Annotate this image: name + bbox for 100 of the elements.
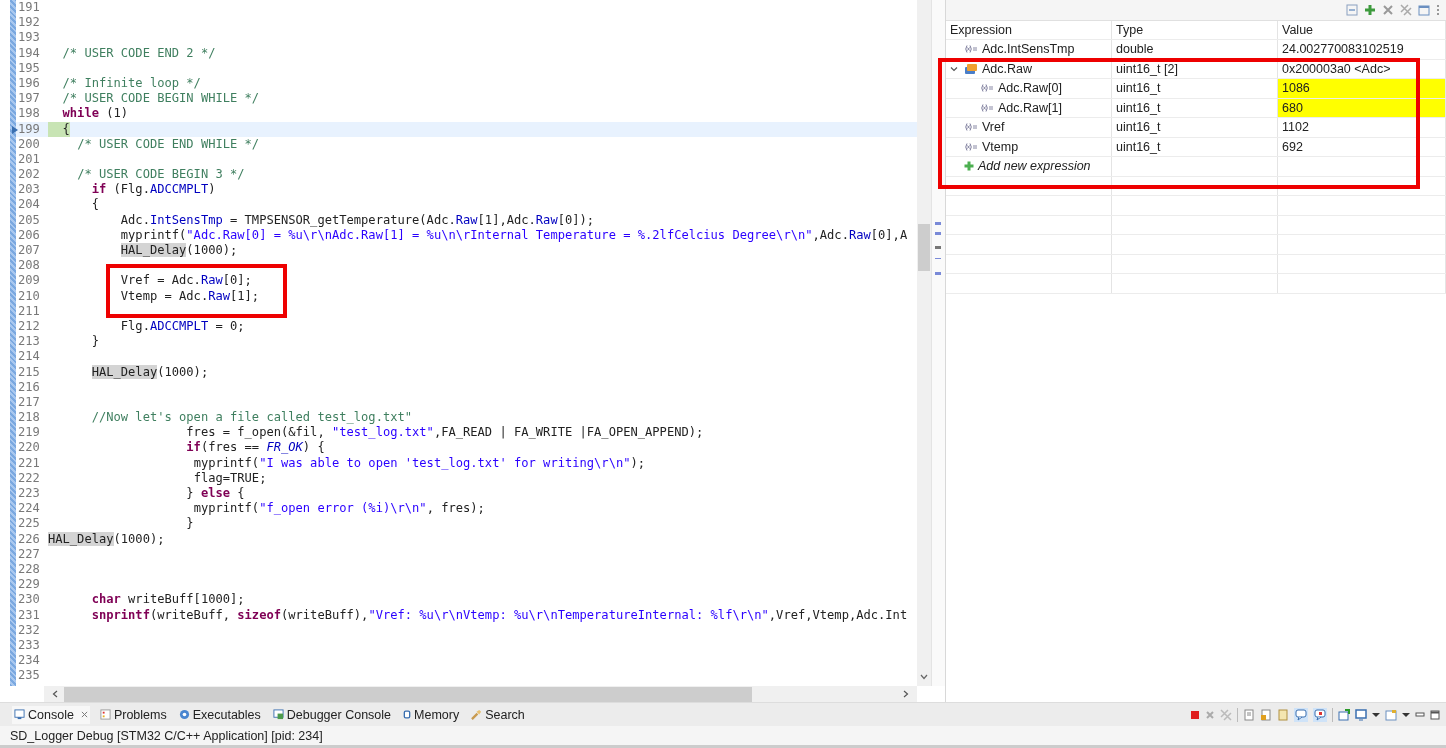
arrow-icon	[12, 125, 18, 134]
line-number: 223	[17, 486, 41, 502]
caret-icon[interactable]	[1372, 711, 1380, 718]
collapse-icon[interactable]	[1346, 4, 1358, 16]
array-icon	[964, 62, 978, 75]
chevron-icon[interactable]	[950, 64, 958, 73]
expression-value: 1086	[1278, 79, 1446, 98]
line-number: 217	[17, 394, 41, 411]
monitor-icon[interactable]	[1355, 708, 1367, 721]
speech-bubble-icon[interactable]	[1294, 707, 1308, 722]
speech-bubble-icon[interactable]	[1313, 707, 1327, 722]
line-number: 195	[17, 60, 41, 76]
line-number: 209	[17, 273, 41, 289]
code-text: }	[186, 516, 194, 531]
caret-icon[interactable]	[1402, 711, 1410, 718]
view-tab[interactable]: Memory	[401, 705, 462, 724]
line-number: 203	[17, 182, 41, 198]
vertical-scrollbar[interactable]	[917, 0, 931, 687]
expression-name[interactable]: Adc.Raw[0]	[998, 81, 1062, 96]
code-keyword: snprintf	[91, 607, 150, 622]
code-text: (1000);	[157, 364, 209, 379]
line-number: 196	[17, 75, 41, 92]
code-text: [1],Adc.	[477, 212, 536, 227]
window-icon[interactable]	[1418, 4, 1430, 16]
line-number: 199	[17, 121, 41, 137]
code-text: writeBuff[1000];	[128, 592, 245, 607]
line-number: 219	[17, 425, 41, 441]
code-text: [0];	[222, 273, 252, 288]
expression-type: uint16_t	[1116, 100, 1161, 115]
code-string: "Adc.Raw[0] = %u\r\nAdc.Raw[1] = %u\n\rInternal Temperature = %.2lfCelcius Degree\r\n"	[186, 227, 813, 242]
document-icon[interactable]	[1260, 708, 1272, 721]
pin-icon[interactable]	[1338, 708, 1350, 721]
line-number: 193	[17, 30, 41, 46]
plus-icon[interactable]	[964, 161, 974, 172]
view-tab[interactable]: Debugger Console	[270, 705, 394, 724]
debugger-console-icon	[272, 709, 284, 721]
close-icon[interactable]	[1382, 4, 1394, 16]
line-number: 211	[17, 303, 41, 319]
code-occurrence: HAL_Delay	[91, 364, 158, 379]
code-text: }	[91, 334, 99, 349]
executables-icon	[178, 709, 190, 721]
expression-name[interactable]: Vref	[982, 120, 1005, 135]
code-keyword: if	[186, 440, 201, 455]
code-text: {	[237, 486, 245, 500]
code-text: (1000);	[186, 243, 238, 257]
code-field: ADCCMPLT	[149, 318, 209, 333]
code-field: Raw	[455, 212, 478, 227]
code-comment: /* USER CODE BEGIN WHILE */	[62, 91, 260, 106]
line-number: 214	[17, 349, 41, 365]
menu-icon[interactable]	[1436, 4, 1440, 16]
close-all-icon[interactable]	[1220, 708, 1232, 721]
view-tab[interactable]: Executables	[176, 705, 263, 724]
code-text: )	[208, 182, 216, 197]
expression-value: 0x200003a0 <Adc>	[1278, 59, 1446, 78]
expression-name[interactable]: Adc.IntSensTmp	[982, 42, 1075, 57]
plus-icon[interactable]	[1364, 4, 1376, 16]
expression-name[interactable]: Vtemp	[982, 139, 1019, 154]
code-text: ,Vref,Vtemp,Adc.Int	[768, 607, 908, 622]
stop-icon[interactable]	[1190, 709, 1200, 720]
code-field: Raw	[200, 273, 223, 288]
expression-name[interactable]: Adc.Raw	[982, 61, 1033, 76]
chevron-icon[interactable]	[903, 690, 909, 699]
close-icon[interactable]	[80, 711, 88, 719]
expression-name[interactable]: Adc.Raw[1]	[998, 100, 1062, 115]
line-number: 198	[17, 106, 41, 122]
scroll-thumb[interactable]	[918, 224, 930, 271]
code-text: [0]);	[557, 212, 595, 227]
window-icon[interactable]	[1385, 708, 1397, 721]
line-number: 212	[17, 318, 41, 335]
chevron-icon[interactable]	[920, 674, 928, 681]
column-header[interactable]: Expression	[950, 23, 1012, 37]
code-field: ADCCMPLT	[149, 182, 209, 197]
code-text: (writeBuff,	[149, 607, 232, 622]
chevron-icon[interactable]	[52, 690, 58, 699]
view-tab[interactable]: Problems	[97, 705, 169, 724]
line-number: 218	[17, 410, 41, 426]
code-text: ,Adc.	[812, 227, 849, 242]
add-expression-link[interactable]: Add new expression	[978, 159, 1091, 174]
variable-icon	[964, 45, 978, 54]
code-text: , fres);	[426, 501, 485, 516]
code-keyword: while	[62, 106, 99, 121]
code-text: {	[62, 121, 70, 136]
expression-value: 692	[1278, 137, 1446, 156]
document-icon[interactable]	[1243, 708, 1255, 721]
code-text: = 0;	[215, 318, 245, 333]
close-all-icon[interactable]	[1400, 4, 1412, 16]
document-icon[interactable]	[1277, 708, 1289, 721]
maximize-icon[interactable]	[1430, 709, 1440, 720]
close-icon[interactable]	[1205, 709, 1215, 720]
column-header[interactable]: Type	[1116, 23, 1144, 37]
scroll-thumb[interactable]	[64, 686, 752, 702]
code-comment: /* Infinite loop */	[62, 75, 201, 90]
expression-type: uint16_t	[1116, 120, 1161, 135]
view-tab[interactable]: Search	[469, 705, 527, 724]
column-header[interactable]: Value	[1282, 23, 1314, 37]
view-tab[interactable]: Console	[12, 705, 90, 724]
horizontal-scrollbar[interactable]	[44, 686, 917, 703]
code-text: {	[91, 197, 99, 212]
line-number: 227	[17, 546, 41, 562]
code-text: ) {	[302, 440, 325, 455]
